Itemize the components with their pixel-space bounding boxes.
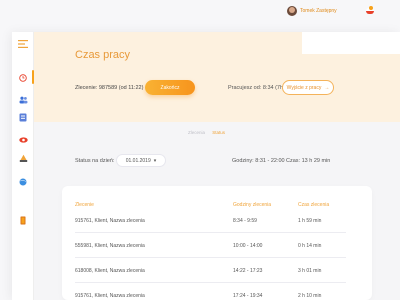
duration-cell: 3 h 01 min (298, 268, 322, 274)
finish-button-label: Zakończ (160, 84, 180, 91)
hours-cell: 14:22 - 17:23 (233, 268, 263, 274)
hours-cell: 17:24 - 19:34 (233, 293, 263, 299)
order-cell: 555981, Klient, Nazwa zlecenia (75, 243, 145, 249)
view-tabs: Zlecenia Status (188, 130, 231, 135)
order-cell: 915761, Klient, Nazwa zlecenia (75, 293, 145, 299)
briefcase-icon[interactable] (18, 112, 28, 122)
time-label: Czas: (286, 158, 301, 164)
table-row[interactable]: 915761, Klient, Nazwa zlecenia 8:34 - 9:… (75, 209, 346, 233)
tab-orders[interactable]: Zlecenia (188, 130, 205, 135)
logout-icon[interactable] (18, 215, 28, 225)
duration-cell: 0 h 14 min (298, 243, 322, 249)
globe-icon[interactable] (18, 177, 28, 187)
exit-work-button[interactable]: Wyjście z pracy → (282, 80, 334, 95)
finish-button[interactable]: Zakończ (145, 80, 195, 95)
top-user-bar (302, 32, 400, 54)
order-label: Zlecenie: (75, 85, 98, 91)
notification-badge (369, 6, 373, 10)
eye-icon[interactable] (18, 135, 28, 145)
time-summary: Czas: 13 h 29 min (286, 158, 330, 164)
order-cell: 618008, Klient, Nazwa zlecenia (75, 268, 145, 274)
order-value: 987589 (od 11:22) (98, 85, 144, 91)
clock-icon[interactable] (18, 73, 28, 83)
bell-icon[interactable] (18, 153, 28, 163)
column-header-hours[interactable]: Godziny zlecenia (233, 202, 271, 208)
table-row[interactable]: 915761, Klient, Nazwa zlecenia 17:24 - 1… (75, 284, 346, 300)
time-value: 13 h 29 min (301, 158, 331, 164)
order-info: Zlecenie: 987589 (od 11:22) (75, 85, 143, 91)
hours-value: 8:31 - 22:00 (255, 158, 285, 164)
sidebar (12, 32, 34, 300)
table-row[interactable]: 618008, Klient, Nazwa zlecenia 14:22 - 1… (75, 259, 346, 283)
date-select[interactable]: 01.01.2019 ▾ (116, 154, 166, 167)
user-name[interactable]: Tomek Zastępny (300, 8, 337, 14)
hours-summary: Godziny: 8:31 - 22:00 (232, 158, 285, 164)
duration-cell: 1 h 59 min (298, 218, 322, 224)
exit-button-label: Wyjście z pracy (286, 84, 322, 91)
avatar[interactable] (287, 6, 297, 16)
users-icon[interactable] (18, 95, 28, 105)
working-label: Pracujesz od: (228, 85, 262, 91)
table-row[interactable]: 555981, Klient, Nazwa zlecenia 10:00 - 1… (75, 234, 346, 258)
hours-cell: 10:00 - 14:00 (233, 243, 263, 249)
tab-status[interactable]: Status (212, 130, 225, 135)
menu-icon[interactable] (18, 39, 28, 49)
column-header-duration[interactable]: Czas zlecenia (298, 202, 329, 208)
status-date-label: Status na dzień: (75, 158, 115, 164)
column-header-order[interactable]: Zlecenie (75, 202, 94, 208)
page-title: Czas pracy (75, 49, 131, 61)
duration-cell: 2 h 10 min (298, 293, 322, 299)
hours-label: Godziny: (232, 158, 254, 164)
date-value: 01.01.2019 (125, 157, 151, 164)
chevron-down-icon: ▾ (153, 157, 157, 164)
arrow-right-icon: → (324, 84, 330, 91)
order-cell: 915761, Klient, Nazwa zlecenia (75, 218, 145, 224)
hours-cell: 8:34 - 9:59 (233, 218, 257, 224)
